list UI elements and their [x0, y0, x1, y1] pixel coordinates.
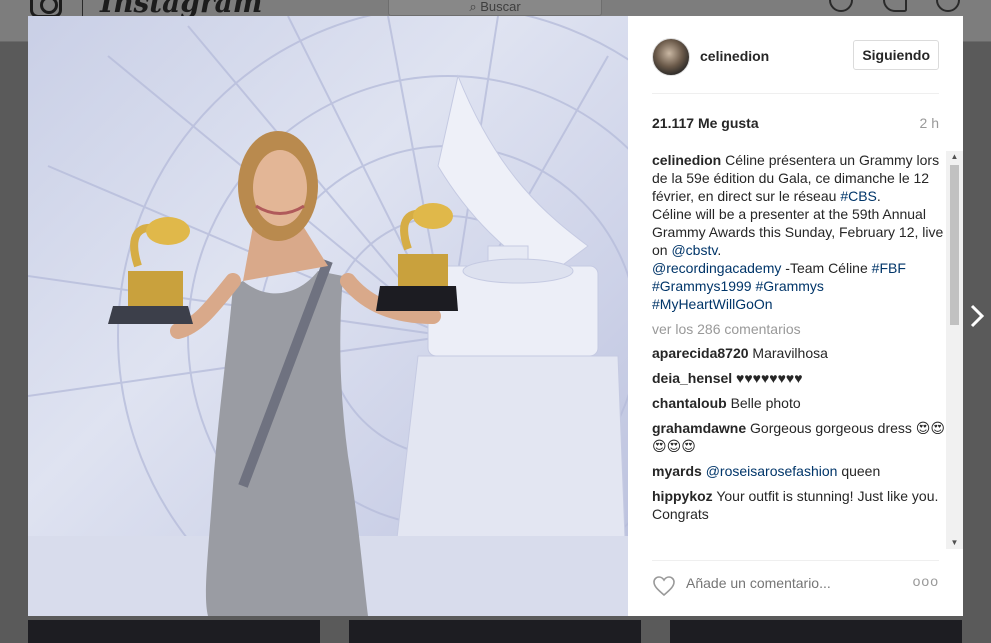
hashtag-link[interactable]: #CBS [840, 188, 877, 204]
scrollbar-thumb[interactable] [950, 165, 959, 325]
comments-scrollbar[interactable]: ▲ ▼ [946, 151, 963, 549]
hashtag-link[interactable]: #Grammys1999 [652, 278, 752, 294]
search-placeholder: Buscar [480, 0, 521, 14]
comment-item: deia_hensel ♥♥♥♥♥♥♥♥ [652, 369, 946, 387]
post-side-panel: celinedion Siguiendo 21.117 Me gusta 2 h… [628, 16, 963, 616]
comment-item: hippykoz Your outfit is stunning! Just l… [652, 487, 946, 523]
post-username[interactable]: celinedion [700, 48, 769, 64]
caption: celinedion Céline présentera un Grammy l… [652, 151, 946, 313]
likes-count[interactable]: 21.117 Me gusta [652, 115, 759, 131]
comment-item: myards @roseisarosefashion queen [652, 462, 946, 480]
search-input[interactable]: ⌕ Buscar [388, 0, 602, 16]
chevron-right-icon[interactable] [963, 296, 991, 336]
more-options-icon[interactable]: ooo [913, 573, 939, 589]
comments-list[interactable]: celinedion Céline présentera un Grammy l… [652, 151, 946, 549]
comment-username[interactable]: myards [652, 463, 702, 479]
scroll-up-arrow-icon[interactable]: ▲ [946, 151, 963, 163]
post-modal: celinedion Siguiendo 21.117 Me gusta 2 h… [28, 16, 963, 616]
search-icon: ⌕ [469, 0, 481, 14]
comment-item: aparecida8720 Maravilhosa [652, 344, 946, 362]
activity-heart-icon[interactable] [883, 0, 907, 12]
avatar[interactable] [652, 38, 690, 76]
comment-form: ooo [652, 560, 939, 606]
comment-text: ♥♥♥♥♥♥♥♥ [736, 370, 803, 386]
mention-link[interactable]: @roseisarosefashion [706, 463, 838, 479]
explore-compass-icon[interactable] [829, 0, 853, 12]
hashtag-link[interactable]: #Grammys [755, 278, 823, 294]
comment-text: Belle photo [730, 395, 801, 411]
comment-item: grahamdawne Gorgeous gorgeous dress 😍😍😍😍… [652, 419, 946, 455]
background-thumbnail[interactable] [670, 620, 962, 643]
comment-item: chantaloub Belle photo [652, 394, 946, 412]
post-timestamp[interactable]: 2 h [920, 115, 939, 131]
comment-username[interactable]: chantaloub [652, 395, 727, 411]
logo-divider [82, 0, 83, 16]
comment-username[interactable]: grahamdawne [652, 420, 746, 436]
comment-text: Maravilhosa [752, 345, 828, 361]
profile-icon[interactable] [936, 0, 960, 12]
heart-icon[interactable] [652, 575, 676, 597]
post-photo[interactable] [28, 16, 628, 616]
add-comment-input[interactable] [686, 575, 886, 591]
comment-username[interactable]: hippykoz [652, 488, 713, 504]
caption-text: . [717, 242, 722, 258]
background-thumbnail[interactable] [28, 620, 320, 643]
mention-link[interactable]: @cbstv [671, 242, 717, 258]
comment-username[interactable]: deia_hensel [652, 370, 732, 386]
caption-text: -Team Céline [781, 260, 872, 276]
following-button[interactable]: Siguiendo [853, 40, 939, 70]
view-all-comments-link[interactable]: ver los 286 comentarios [652, 320, 946, 338]
comment-username[interactable]: aparecida8720 [652, 345, 749, 361]
caption-username[interactable]: celinedion [652, 152, 721, 168]
scroll-down-arrow-icon[interactable]: ▼ [946, 537, 963, 549]
photo-illustration [28, 16, 628, 616]
hashtag-link[interactable]: #MyHeartWillGoOn [652, 296, 773, 312]
comment-text: queen [837, 463, 881, 479]
caption-text: . [876, 188, 881, 204]
mention-link[interactable]: @recordingacademy [652, 260, 781, 276]
hashtag-link[interactable]: #FBF [872, 260, 906, 276]
post-header: celinedion Siguiendo [652, 36, 939, 94]
background-thumbnail[interactable] [349, 620, 641, 643]
